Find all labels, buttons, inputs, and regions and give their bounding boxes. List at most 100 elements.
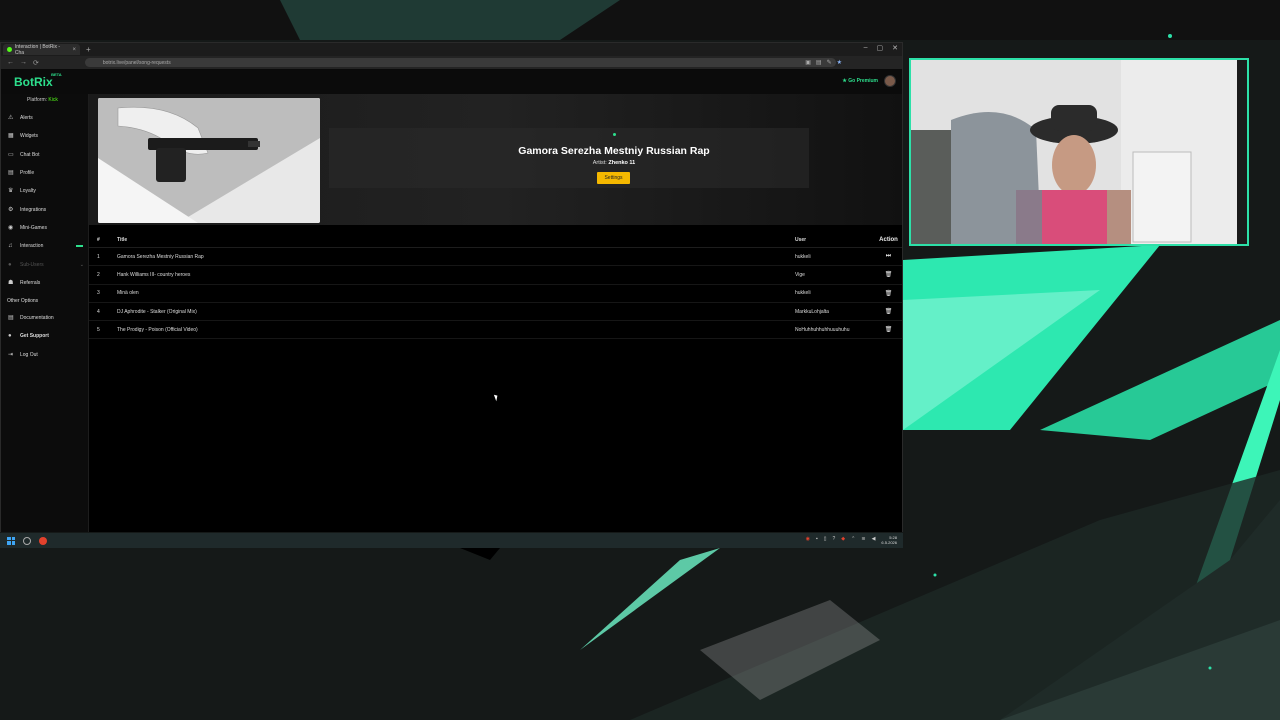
webcam-overlay [909, 58, 1249, 246]
trash-icon[interactable]: 🗑 [875, 308, 902, 315]
go-premium-link[interactable]: ★ Go Premium [842, 78, 878, 84]
taskbar: ◉ ▪ ▯ ? ◆ ⌃ ≋ ◀ 5:28 6.5.2026 [0, 533, 903, 548]
trophy-icon: ♛ [8, 188, 14, 195]
chevron-down-icon: ⌄ [79, 261, 84, 268]
extension-icon[interactable]: ▣ [805, 59, 811, 66]
sidebar-item-alerts[interactable]: ⚠ Alerts [1, 109, 88, 127]
wifi-icon[interactable]: ≋ [861, 536, 865, 545]
extension-icon[interactable]: ✎ [827, 59, 832, 66]
current-song-artist: Artist: Zhenko 11 [429, 160, 799, 166]
sidebar-item-integrations[interactable]: ⚙ Integrations [1, 200, 88, 218]
sidebar-item-label: Profile [20, 170, 35, 177]
row-num: 3 [97, 290, 100, 297]
browser-window: Interaction | BotRix - Cha × + – ▢ ✕ ← →… [0, 42, 903, 532]
gamepad-icon: ◉ [8, 224, 14, 231]
tray-app-icon[interactable]: ▯ [824, 536, 827, 545]
row-user: hukkeli [795, 290, 811, 297]
beta-badge: BETA [51, 72, 62, 77]
row-num: 2 [97, 271, 100, 278]
trash-icon[interactable]: 🗑 [875, 326, 902, 333]
tray-app-icon[interactable]: ◆ [841, 536, 845, 545]
user-avatar[interactable] [884, 75, 896, 87]
widgets-icon: ▦ [8, 133, 14, 140]
address-bar: ← → ⟳ botrix.live/panel/song-requests [1, 56, 902, 69]
new-tab-button[interactable]: + [86, 45, 91, 54]
forward-button[interactable]: → [20, 59, 27, 66]
sidebar: Platform: Kick ⚠ Alerts ▦ Widgets ▭ Chat Bo… [1, 94, 89, 532]
sidebar-item-label: Widgets [20, 133, 39, 140]
close-icon[interactable]: ✕ [892, 44, 898, 52]
tab-bar: Interaction | BotRix - Cha × + – ▢ ✕ [1, 43, 902, 56]
sidebar-item-documentation[interactable]: ▤ Documentation [1, 309, 88, 327]
main-content: Gamora Serezha Mestniy Russian Rap Artis… [89, 94, 902, 532]
tray-app-icon[interactable]: ◉ [806, 536, 810, 545]
sidebar-item-label: Referrals [20, 279, 41, 286]
header-action: Action [879, 237, 898, 243]
extension-icon[interactable]: ▤ [816, 59, 822, 66]
sidebar-item-label: Get Support [20, 333, 49, 340]
bookmark-star-icon[interactable]: ★ [837, 59, 842, 66]
doc-icon: ▤ [8, 315, 14, 322]
windows-start-icon[interactable] [7, 536, 15, 545]
referral-icon: ☗ [8, 279, 14, 286]
banner-backdrop [329, 128, 809, 188]
volume-icon[interactable]: ◀ [872, 536, 876, 545]
trash-icon[interactable]: 🗑 [875, 271, 902, 278]
platform-indicator: Platform: Kick [27, 97, 88, 103]
browser-tab[interactable]: Interaction | BotRix - Cha × [3, 44, 80, 56]
search-icon[interactable] [23, 536, 31, 545]
table-row: 5 The Prodigy - Poison (Official Video) … [89, 321, 902, 340]
chevron-up-icon[interactable]: ⌃ [851, 536, 855, 545]
table-row: 1 Gamora Serezha Mestniy Russian Rap huk… [89, 248, 902, 267]
tab-close-icon[interactable]: × [72, 47, 76, 53]
clock[interactable]: 5:28 6.5.2026 [881, 535, 897, 545]
other-options-heading: Other Options [7, 297, 39, 304]
row-user: hukkeli [795, 253, 811, 260]
sidebar-item-label: Log Out [20, 351, 38, 358]
help-icon[interactable]: ? [833, 536, 836, 545]
settings-button[interactable]: Settings [597, 172, 630, 184]
sidebar-item-mini-games[interactable]: ◉ Mini-Games [1, 219, 88, 237]
sidebar-item-label: Alerts [20, 115, 33, 122]
sidebar-item-referrals[interactable]: ☗ Referrals [1, 274, 88, 292]
platform-value: Kick [48, 97, 58, 103]
maximize-icon[interactable]: ▢ [877, 44, 884, 52]
sidebar-item-interaction[interactable]: ♫ Interaction [1, 237, 88, 255]
row-num: 1 [97, 253, 100, 260]
sidebar-item-widgets[interactable]: ▦ Widgets [1, 127, 88, 145]
browser-app-icon[interactable] [39, 536, 47, 545]
table-row: 4 DJ Aphrodite - Stalker (Original Mix) … [89, 303, 902, 322]
sidebar-item-loyalty[interactable]: ♛ Loyalty [1, 182, 88, 200]
sidebar-item-label: Sub-Users [20, 261, 44, 268]
system-tray: ◉ ▪ ▯ ? ◆ ⌃ ≋ ◀ 5:28 6.5.2026 [806, 535, 897, 545]
row-user: NoHuhhuhhuhhuuuhuhu [795, 326, 850, 333]
botrix-logo[interactable]: BotRix BETA [14, 72, 62, 89]
row-num: 5 [97, 326, 100, 333]
sidebar-item-sub-users[interactable]: ● Sub-Users ⌄ [1, 255, 88, 273]
header-title: Title [117, 237, 128, 243]
reload-button[interactable]: ⟳ [33, 59, 39, 67]
row-title: Minä olen [117, 290, 139, 297]
sidebar-item-chat-bot[interactable]: ▭ Chat Bot [1, 146, 88, 164]
table-row: 3 Minä olen hukkeli 🗑 [89, 285, 902, 303]
tray-app-icon[interactable]: ▪ [816, 536, 818, 545]
artist-name: Zhenko 11 [608, 160, 636, 166]
sidebar-item-profile[interactable]: ▤ Profile [1, 164, 88, 182]
sidebar-item-label: Interaction [20, 243, 44, 250]
song-queue-table: # Title User Action 1 Gamora Serezha Mes… [89, 233, 902, 340]
row-user: Vige [795, 271, 805, 278]
extensions: ▣ ▤ ✎ ★ [805, 59, 842, 66]
warning-icon: ⚠ [8, 115, 14, 122]
skip-icon[interactable]: ⏭ [875, 253, 902, 260]
minimize-icon[interactable]: – [864, 44, 868, 52]
url-input[interactable]: botrix.live/panel/song-requests [84, 58, 836, 67]
artist-label: Artist: [592, 160, 607, 166]
music-icon: ♫ [8, 243, 13, 250]
sidebar-item-label: Chat Bot [20, 151, 40, 158]
sidebar-item-log-out[interactable]: ⇥ Log Out [1, 346, 88, 364]
back-button[interactable]: ← [7, 59, 14, 66]
sidebar-item-label: Mini-Games [20, 224, 47, 231]
table-header: # Title User Action [89, 233, 902, 248]
sidebar-item-get-support[interactable]: ● Get Support [1, 327, 88, 345]
trash-icon[interactable]: 🗑 [875, 290, 902, 297]
